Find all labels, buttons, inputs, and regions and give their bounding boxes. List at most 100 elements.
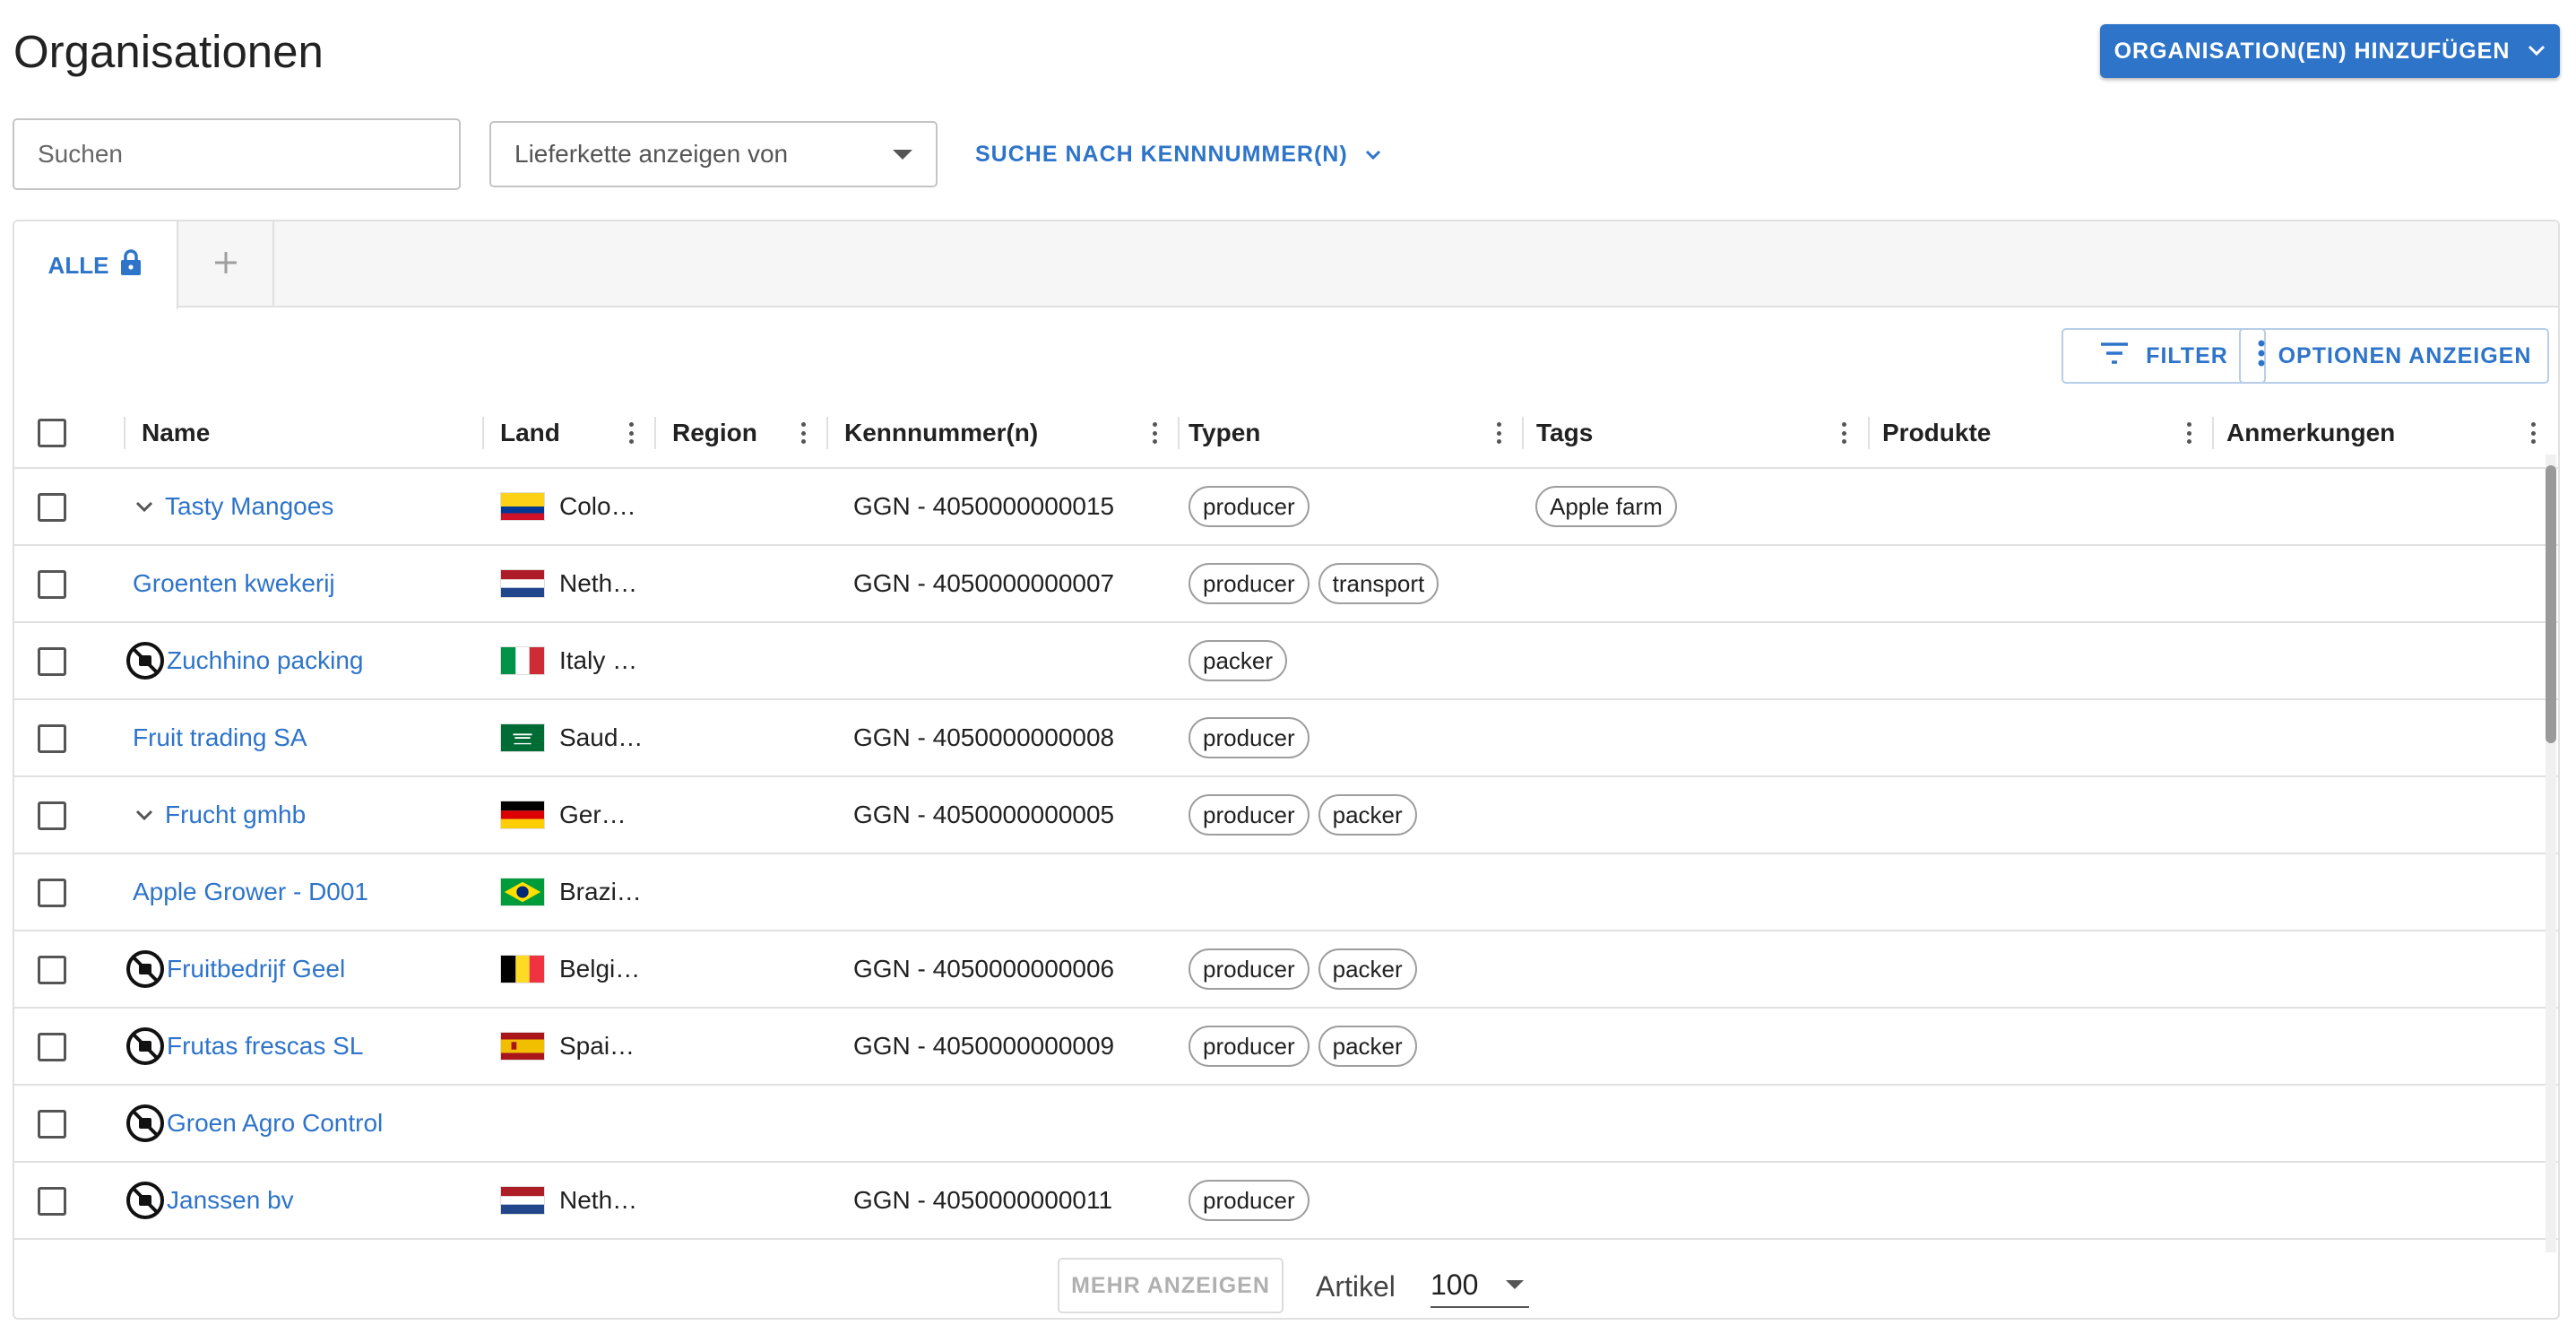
type-chip: producer: [1189, 1026, 1310, 1067]
type-chip: packer: [1189, 640, 1288, 681]
country-name: Brazi…: [559, 878, 642, 905]
table-row[interactable]: Fruitbedrijf Geel Belgi… GGN - 40500000000…: [14, 931, 2558, 1009]
id-number-cell: GGN - 4050000000008: [853, 723, 1115, 751]
select-all-checkbox[interactable]: [38, 419, 66, 447]
items-per-page-value: 100: [1431, 1268, 1479, 1301]
row-checkbox[interactable]: [38, 956, 66, 984]
column-header-types[interactable]: Typen: [1189, 397, 1260, 469]
organisation-name-link[interactable]: Janssen bv: [167, 1186, 294, 1215]
table-row[interactable]: Groen Agro Control: [14, 1086, 2558, 1163]
column-separator: [654, 417, 656, 449]
organisation-name-link[interactable]: Groenten kwekerij: [133, 569, 335, 598]
column-menu-icon[interactable]: [1835, 419, 1853, 447]
name-cell: Groenten kwekerij: [133, 546, 335, 621]
row-checkbox[interactable]: [38, 647, 66, 676]
types-cell: producer: [1189, 469, 1310, 544]
show-more-button[interactable]: MEHR ANZEIGEN: [1058, 1258, 1284, 1313]
organisations-panel: ALLE FILTER OPTIONEN ANZEIGEN Name Land: [13, 220, 2560, 1320]
row-checkbox[interactable]: [38, 1110, 66, 1139]
table-row[interactable]: Janssen bv Neth… GGN - 4050000000011 produc…: [14, 1163, 2558, 1240]
column-header-country[interactable]: Land: [500, 397, 560, 469]
table-row[interactable]: Groenten kwekerij Neth… GGN - 405000000000…: [14, 546, 2558, 623]
column-header-products[interactable]: Produkte: [1882, 397, 1991, 469]
search-input[interactable]: [13, 118, 461, 190]
country-name: Ger…: [559, 801, 627, 828]
supply-chain-placeholder: Lieferkette anzeigen von: [514, 140, 789, 168]
column-separator: [1178, 417, 1180, 449]
organisation-name-link[interactable]: Tasty Mangoes: [165, 492, 333, 521]
organisation-name-link[interactable]: Apple Grower - D001: [133, 878, 368, 906]
filter-button[interactable]: FILTER: [2062, 328, 2266, 384]
search-by-id-button[interactable]: SUCHE NACH KENNNUMMER(N): [975, 134, 1382, 174]
column-menu-icon[interactable]: [2180, 419, 2198, 447]
table-row[interactable]: Zuchhino packing Italy … packer: [14, 623, 2558, 700]
types-cell: packer: [1189, 623, 1288, 698]
supply-chain-select[interactable]: Lieferkette anzeigen von: [489, 121, 938, 187]
italy-flag-icon: [500, 646, 545, 675]
organisation-name-link[interactable]: Frutas frescas SL: [167, 1032, 363, 1061]
table-row[interactable]: Tasty Mangoes Colo… GGN - 4050000000015 pro…: [14, 469, 2558, 546]
table-footer: MEHR ANZEIGEN Artikel 100: [14, 1243, 2558, 1318]
country-cell: Colo…: [500, 469, 636, 544]
table-row[interactable]: Apple Grower - D001 Brazi…: [14, 854, 2558, 931]
row-checkbox[interactable]: [38, 724, 66, 753]
country-cell: Italy …: [500, 623, 637, 698]
add-tab-button[interactable]: [178, 221, 274, 307]
column-separator: [482, 417, 484, 449]
column-separator: [826, 417, 828, 449]
row-checkbox[interactable]: [38, 570, 66, 599]
column-header-name[interactable]: Name: [142, 397, 210, 469]
type-chip: producer: [1189, 1180, 1310, 1221]
scrollbar-thumb[interactable]: [2546, 465, 2556, 743]
items-per-page-select[interactable]: 100: [1431, 1263, 1529, 1308]
name-cell: Frucht gmhb: [131, 777, 306, 853]
table-row[interactable]: Frutas frescas SL Spai… GGN - 405000000000…: [14, 1009, 2558, 1086]
chevron-down-icon[interactable]: [131, 493, 158, 520]
colombia-flag-icon: [500, 492, 545, 521]
organisation-name-link[interactable]: Fruitbedrijf Geel: [167, 955, 345, 983]
row-checkbox[interactable]: [38, 1187, 66, 1216]
id-number-cell: GGN - 4050000000006: [853, 955, 1115, 983]
chevron-down-icon[interactable]: [131, 801, 158, 828]
country-name: Saud…: [559, 723, 644, 751]
column-menu-icon[interactable]: [2524, 419, 2542, 447]
show-options-button[interactable]: OPTIONEN ANZEIGEN: [2239, 328, 2549, 384]
type-chip: packer: [1318, 948, 1417, 990]
name-cell: Zuchhino packing: [125, 623, 363, 698]
column-header-ids[interactable]: Kennnummer(n): [844, 397, 1038, 469]
row-checkbox[interactable]: [38, 493, 66, 522]
organisation-name-link[interactable]: Groen Agro Control: [167, 1109, 383, 1138]
organisation-name-link[interactable]: Fruit trading SA: [133, 723, 307, 752]
name-cell: Groen Agro Control: [125, 1086, 383, 1161]
add-organisation-button[interactable]: ORGANISATION(EN) HINZUFÜGEN: [2100, 24, 2560, 78]
types-cell: producer: [1189, 700, 1310, 775]
table-row[interactable]: Fruit trading SA Saud… GGN - 4050000000008…: [14, 700, 2558, 777]
plus-icon: [212, 248, 240, 281]
vertical-scrollbar[interactable]: [2546, 455, 2556, 1252]
organisation-name-link[interactable]: Frucht gmhb: [165, 801, 306, 829]
blocked-icon: [125, 1181, 165, 1220]
belgium-flag-icon: [500, 955, 545, 983]
blocked-icon: [125, 949, 165, 989]
type-chip: producer: [1189, 486, 1310, 527]
chevron-down-icon: [2528, 45, 2546, 57]
netherlands-flag-icon: [500, 569, 545, 598]
row-checkbox[interactable]: [38, 801, 66, 830]
column-header-region[interactable]: Region: [672, 397, 757, 469]
column-header-tags[interactable]: Tags: [1536, 397, 1593, 469]
column-header-notes[interactable]: Anmerkungen: [2226, 397, 2395, 469]
types-cell: producer packer: [1189, 931, 1417, 1007]
column-menu-icon[interactable]: [622, 419, 640, 447]
row-checkbox[interactable]: [38, 879, 66, 907]
table-row[interactable]: Frucht gmhb Ger… GGN - 4050000000005 produc…: [14, 777, 2558, 854]
country-cell: Neth…: [500, 1163, 637, 1238]
id-number-cell: GGN - 4050000000007: [853, 569, 1115, 597]
tags-cell: Apple farm: [1535, 469, 1677, 544]
column-menu-icon[interactable]: [1145, 419, 1163, 447]
row-checkbox[interactable]: [38, 1033, 66, 1061]
netherlands-flag-icon: [500, 1186, 545, 1215]
column-menu-icon[interactable]: [794, 419, 812, 447]
tab-all[interactable]: ALLE: [14, 221, 178, 309]
column-menu-icon[interactable]: [1490, 419, 1508, 447]
organisation-name-link[interactable]: Zuchhino packing: [167, 646, 363, 675]
